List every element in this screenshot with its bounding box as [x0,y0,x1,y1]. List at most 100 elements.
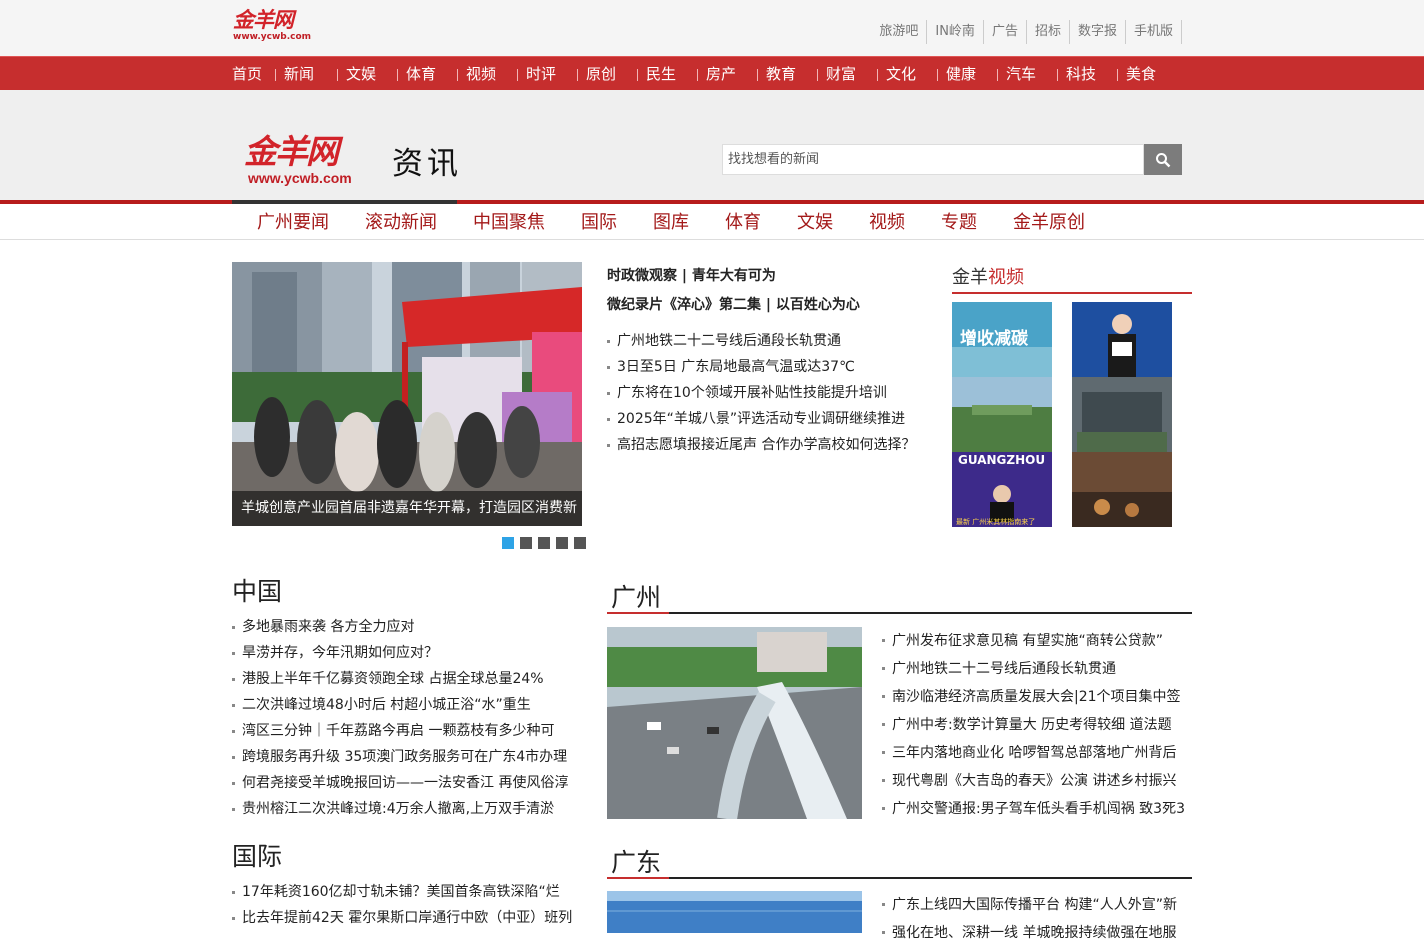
list-item[interactable]: 17年耗资160亿却寸轨未铺？美国首条高铁深陷“烂 [232,879,577,905]
list-item[interactable]: 南沙临港经济高质量发展大会|21个项目集中签 [882,683,1187,711]
main-nav-item[interactable]: 时评 [526,57,586,91]
section-title-guangdong[interactable]: 广东 [611,843,661,879]
sub-nav-item[interactable]: 国际 [581,204,617,242]
list-item[interactable]: 广东上线四大国际传播平台 构建“人人外宣”新 [882,891,1187,919]
video-section: 金羊视频 增收减碳 GUANGZHOU 最新 广州米其林指南来了 [952,264,1192,528]
list-item[interactable]: 何君尧接受羊城晚报回访——一法安香江 再使风俗淳 [232,770,577,796]
list-item[interactable]: 二次洪峰过境48小时后 村超小城正浴“水”重生 [232,692,577,718]
video-thumb[interactable] [1072,377,1172,452]
headline-top[interactable]: 微纪录片《淬心》第二集 | 以百姓心为心 [607,291,927,320]
sub-nav-item[interactable]: 视频 [869,204,905,242]
main-nav-item[interactable]: 体育 [406,57,466,91]
list-item[interactable]: 广州地铁二十二号线后通段长轨贯通 [882,655,1187,683]
sub-nav-item[interactable]: 金羊原创 [1013,204,1085,242]
main-nav-item[interactable]: 视频 [466,57,526,91]
search-input[interactable]: 找找想看的新闻 [722,144,1144,175]
list-item[interactable]: 广州发布征求意见稿 有望实施“商转公贷款” [882,627,1187,655]
featured-photo [232,262,582,526]
sub-nav-item[interactable]: 中国聚焦 [473,204,545,242]
video-thumb[interactable]: 增收减碳 [952,302,1052,377]
main-nav-item[interactable]: 文娱 [346,57,406,91]
list-item[interactable]: 广州中考:数学计算量大 历史考得较细 道法题 [882,711,1187,739]
video-section-title[interactable]: 金羊视频 [952,264,1192,294]
main-nav-item[interactable]: 民生 [646,57,706,91]
video-thumb[interactable]: GUANGZHOU 最新 广州米其林指南来了 [952,452,1052,527]
guangzhou-photo[interactable] [607,627,862,819]
main-nav-item[interactable]: 财富 [826,57,886,91]
sub-nav-item[interactable]: 图库 [653,204,689,242]
section-header-guangdong: 广东 [607,839,1192,879]
main-nav-item[interactable]: 科技 [1066,57,1126,91]
headline-item[interactable]: 2025年“羊城八景”评选活动专业调研继续推进 [607,406,927,432]
svg-text:最新 广州米其林指南来了: 最新 广州米其林指南来了 [956,517,1035,526]
top-link[interactable]: 数字报 [1070,20,1126,44]
main-nav-item[interactable]: 新闻 [284,57,346,91]
list-item[interactable]: 湾区三分钟｜千年荔路今再启 一颗荔枝有多少种可 [232,718,577,744]
guangdong-news-list: 广东上线四大国际传播平台 构建“人人外宣”新 强化在地、深耕一线 羊城晚报持续做… [882,891,1187,947]
top-link[interactable]: 手机版 [1126,20,1182,44]
list-item[interactable]: 港股上半年千亿募资领跑全球 占据全球总量24% [232,666,577,692]
logo-text: 金羊网 [233,7,294,32]
logo-url: www.ycwb.com [248,170,352,186]
main-nav-item[interactable]: 文化 [886,57,946,91]
top-link[interactable]: IN岭南 [927,20,984,44]
list-item[interactable]: 现代粤剧《大吉岛的春天》公演 讲述乡村振兴 [882,767,1187,795]
sub-nav-item[interactable]: 广州要闻 [257,204,329,242]
section-header-guangzhou: 广州 [607,574,1192,614]
video-thumb[interactable] [1072,452,1172,527]
featured-slider[interactable]: 羊城创意产业园首届非遗嘉年华开幕，打造园区消费新 [232,262,582,526]
section-title-china[interactable]: 中国 [232,572,282,608]
headline-item[interactable]: 广州地铁二十二号线后通段长轨贯通 [607,328,927,354]
top-link[interactable]: 广告 [984,20,1027,44]
list-item[interactable]: 跨境服务再升级 35项澳门政务服务可在广东4市办理 [232,744,577,770]
site-logo[interactable]: 金羊网 www.ycwb.com [244,134,374,190]
list-item[interactable]: 强化在地、深耕一线 羊城晚报持续做强在地服 [882,919,1187,947]
headlines: 时政微观察 | 青年大有可为 微纪录片《淬心》第二集 | 以百姓心为心 广州地铁… [607,262,927,458]
main-nav-item[interactable]: 健康 [946,57,1006,91]
list-item[interactable]: 比去年提前42天 霍尔果斯口岸通行中欧（中亚）班列 [232,905,577,931]
list-item[interactable]: 三年内落地商业化 哈啰智驾总部落地广州背后 [882,739,1187,767]
headline-item[interactable]: 高招志愿填报接近尾声 合作办学高校如何选择？ [607,432,927,458]
main-nav-item[interactable]: 原创 [586,57,646,91]
list-item[interactable]: 广州交警通报:男子驾车低头看手机闯祸 致3死3 [882,795,1187,823]
sub-nav-item[interactable]: 体育 [725,204,761,242]
section-title-guangzhou[interactable]: 广州 [611,578,661,614]
logo-text: 金羊网 [244,132,339,171]
top-link[interactable]: 招标 [1027,20,1070,44]
slider-dot[interactable] [538,537,550,549]
list-item[interactable]: 多地暴雨来袭 各方全力应对 [232,614,577,640]
headline-item[interactable]: 广东将在10个领域开展补贴性技能提升培训 [607,380,927,406]
section-title-intl[interactable]: 国际 [232,837,282,873]
main-nav-item[interactable]: 美食 [1126,57,1186,91]
top-bar: 金羊网 www.ycwb.com 旅游吧 IN岭南 广告 招标 数字报 手机版 [0,0,1424,56]
channel-header: 金羊网 www.ycwb.com 资讯 找找想看的新闻 [0,90,1424,202]
main-nav-item[interactable]: 房产 [706,57,766,91]
main-nav-item[interactable]: 首页 [232,57,284,91]
headline-top[interactable]: 时政微观察 | 青年大有可为 [607,262,927,291]
sub-nav-item[interactable]: 专题 [941,204,977,242]
slider-dot[interactable] [520,537,532,549]
search-button[interactable] [1144,144,1182,175]
site-logo-small[interactable]: 金羊网 www.ycwb.com [233,8,323,48]
sub-nav: 广州要闻 滚动新闻 中国聚焦 国际 图库 体育 文娱 视频 专题 金羊原创 [0,204,1424,240]
slider-caption[interactable]: 羊城创意产业园首届非遗嘉年华开幕，打造园区消费新 [232,491,582,526]
top-link[interactable]: 旅游吧 [871,20,928,44]
main-nav-item[interactable]: 教育 [766,57,826,91]
china-news-list: 多地暴雨来袭 各方全力应对 旱涝并存，今年汛期如何应对？ 港股上半年千亿募资领跑… [232,614,577,822]
list-item[interactable]: 贵州榕江二次洪峰过境:4万余人撤离,上万双手清淤 [232,796,577,822]
guangzhou-news-list: 广州发布征求意见稿 有望实施“商转公贷款” 广州地铁二十二号线后通段长轨贯通 南… [882,627,1187,823]
guangdong-photo[interactable] [607,891,862,933]
slider-dot[interactable] [574,537,586,549]
sub-nav-item[interactable]: 滚动新闻 [365,204,437,242]
slider-dot[interactable] [556,537,568,549]
svg-text:增收减碳: 增收减碳 [960,328,1029,349]
logo-url: www.ycwb.com [233,32,312,42]
slider-dot[interactable] [502,537,514,549]
video-thumb[interactable] [1072,302,1172,377]
sub-nav-item[interactable]: 文娱 [797,204,833,242]
list-item[interactable]: 旱涝并存，今年汛期如何应对？ [232,640,577,666]
headline-item[interactable]: 3日至5日 广东局地最高气温或达37℃ [607,354,927,380]
main-nav-item[interactable]: 汽车 [1006,57,1066,91]
svg-text:GUANGZHOU: GUANGZHOU [958,453,1045,467]
video-thumb[interactable] [952,377,1052,452]
